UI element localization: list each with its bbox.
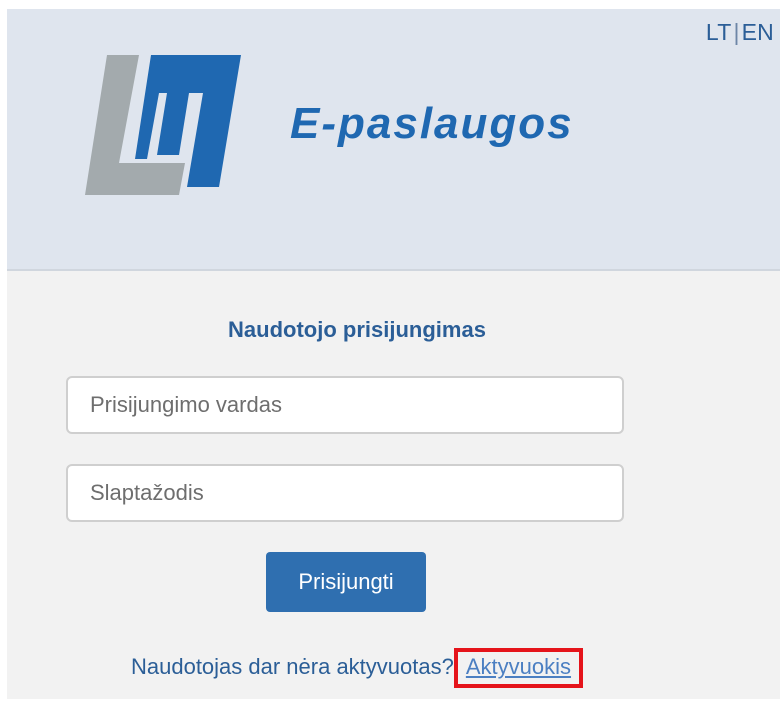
lang-separator: | [733,19,740,45]
login-panel: Naudotojo prisijungimas Prisijungti Naud… [7,271,780,699]
language-switcher: LT|EN [706,19,774,46]
activation-prompt: Naudotojas dar nėra aktyvuotas? Aktyvuoki… [7,648,707,688]
page-frame: LT|EN E-paslaugos Naudotojo prisijungima… [7,9,780,699]
login-button[interactable]: Prisijungti [266,552,426,612]
header: LT|EN E-paslaugos [7,9,780,271]
login-title: Naudotojo prisijungimas [228,317,486,342]
lm-logo [85,55,241,195]
activate-link[interactable]: Aktyvuokis [453,648,584,688]
not-activated-text: Naudotojas dar nėra aktyvuotas? [130,654,454,679]
password-input[interactable] [66,464,624,522]
username-input[interactable] [66,376,624,434]
brand-title: E-paslaugos [290,99,574,148]
lang-lt-link[interactable]: LT [706,19,732,45]
lang-en-link[interactable]: EN [742,19,774,45]
